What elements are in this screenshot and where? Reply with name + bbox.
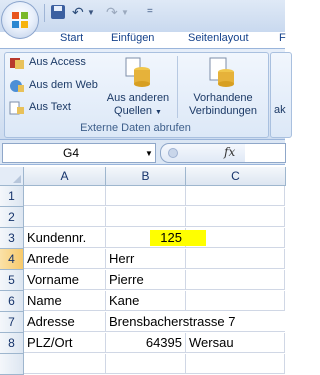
ribbon-tabs: Start Einfügen Seitenlayout F — [0, 28, 286, 50]
row-header-5[interactable]: 5 — [0, 270, 24, 291]
existing-connections-button[interactable]: Vorhandene Verbindungen — [183, 54, 263, 120]
row-header-8[interactable]: 8 — [0, 333, 24, 354]
cell-b4[interactable]: Herr — [106, 249, 186, 269]
cell-b5[interactable]: Pierre — [106, 270, 186, 290]
save-icon[interactable] — [51, 5, 65, 19]
database-icon — [125, 57, 150, 87]
name-box-dropdown-icon[interactable]: ▼ — [145, 149, 153, 158]
cell-a3[interactable]: Kundennr. — [24, 228, 106, 248]
ribbon-separator — [177, 56, 178, 118]
cell-c4[interactable] — [186, 249, 285, 269]
column-header-c[interactable]: C — [186, 167, 286, 186]
cell-b7-text: Brensbacherstrasse 7 — [109, 314, 236, 329]
from-access-label: Aus Access — [29, 56, 86, 68]
insert-function-icon[interactable]: fx — [224, 145, 235, 159]
column-header-b[interactable]: B — [106, 167, 186, 186]
other-sources-label-2: Quellen — [114, 105, 152, 117]
tab-page-layout[interactable]: Seitenlayout — [188, 32, 249, 44]
row-header-2[interactable]: 2 — [0, 207, 24, 228]
spreadsheet-grid: A B C 1 2 3 4 5 6 7 8 Kundennr. 125 Anre… — [0, 167, 286, 375]
name-box[interactable]: G4 ▼ — [2, 143, 156, 163]
ribbon-group-next — [270, 52, 292, 138]
cell-a6-text: Name — [27, 293, 62, 308]
row-header-4[interactable]: 4 — [0, 249, 24, 270]
access-icon — [10, 58, 24, 69]
tab-start[interactable]: Start — [60, 32, 83, 44]
cell-b6-text: Kane — [109, 293, 140, 308]
connections-icon — [209, 57, 234, 87]
from-web-label: Aus dem Web — [29, 79, 98, 91]
cell-b4-text: Herr — [109, 251, 135, 266]
cell-c3[interactable] — [186, 228, 285, 248]
cell-a4-text: Anrede — [27, 251, 69, 266]
cell-a5-text: Vorname — [27, 272, 80, 287]
cell-a9[interactable] — [24, 354, 106, 374]
cell-a6[interactable]: Name — [24, 291, 106, 311]
cell-b7[interactable]: Brensbacherstrasse 7 — [106, 312, 285, 332]
formula-input[interactable] — [245, 143, 286, 163]
select-all-corner[interactable] — [0, 167, 24, 186]
cell-a7[interactable]: Adresse — [24, 312, 106, 332]
cell-b6[interactable]: Kane — [106, 291, 186, 311]
ribbon-cutoff-label: ak — [274, 104, 286, 116]
office-logo-icon — [12, 12, 28, 28]
other-sources-button[interactable]: Aus anderen Quellen ▼ — [104, 54, 172, 120]
row-header-1[interactable]: 1 — [0, 186, 24, 207]
tab-formulas[interactable]: F — [279, 32, 286, 44]
cell-b2[interactable] — [106, 207, 186, 227]
customize-quick-access[interactable]: = — [147, 6, 153, 24]
text-file-icon — [9, 101, 24, 115]
cell-c9[interactable] — [186, 354, 285, 374]
ribbon-group-label: Externe Daten abrufen — [80, 122, 191, 134]
cell-a1[interactable] — [24, 186, 106, 206]
redo-dropdown-icon[interactable]: ▼ — [121, 8, 129, 26]
cell-a2[interactable] — [24, 207, 106, 227]
undo-icon[interactable]: ↶ — [72, 4, 84, 22]
cell-b3[interactable]: 125 — [106, 228, 206, 248]
redo-icon[interactable]: ↷ — [106, 4, 118, 22]
formula-expand-icon[interactable] — [168, 148, 178, 158]
row-header-7[interactable]: 7 — [0, 312, 24, 333]
cell-a8-text: PLZ/Ort — [27, 335, 73, 350]
name-box-value: G4 — [63, 146, 80, 160]
office-button[interactable] — [1, 1, 39, 39]
cell-b8[interactable]: 64395 — [106, 333, 186, 353]
cell-c6[interactable] — [186, 291, 285, 311]
existing-connections-label-1: Vorhandene — [193, 92, 253, 104]
row-header-3[interactable]: 3 — [0, 228, 24, 249]
cell-c5[interactable] — [186, 270, 285, 290]
row-header-6[interactable]: 6 — [0, 291, 24, 312]
cell-a8[interactable]: PLZ/Ort — [24, 333, 106, 353]
other-sources-label-1: Aus anderen — [106, 92, 170, 104]
cell-c1[interactable] — [186, 186, 285, 206]
existing-connections-label-2: Verbindungen — [189, 105, 257, 117]
tab-insert[interactable]: Einfügen — [111, 32, 154, 44]
cell-c8-text: Wersau — [189, 335, 234, 350]
row-header-9[interactable] — [0, 354, 24, 375]
cell-a7-text: Adresse — [27, 314, 75, 329]
cell-b5-text: Pierre — [109, 272, 144, 287]
cell-c2[interactable] — [186, 207, 285, 227]
quick-access-divider — [44, 4, 45, 22]
column-header-a[interactable]: A — [24, 167, 106, 186]
cell-b9[interactable] — [106, 354, 186, 374]
from-text-label: Aus Text — [29, 101, 71, 113]
cell-b8-text: 64395 — [145, 335, 182, 350]
web-icon — [10, 80, 24, 92]
cell-a3-text: Kundennr. — [27, 230, 87, 245]
cell-a4[interactable]: Anrede — [24, 249, 106, 269]
undo-dropdown-icon[interactable]: ▼ — [87, 8, 95, 26]
cell-a5[interactable]: Vorname — [24, 270, 106, 290]
cell-b3-text: 125 — [160, 230, 182, 245]
cell-c8[interactable]: Wersau — [186, 333, 285, 353]
chevron-down-icon: ▼ — [155, 109, 162, 116]
cell-b1[interactable] — [106, 186, 186, 206]
